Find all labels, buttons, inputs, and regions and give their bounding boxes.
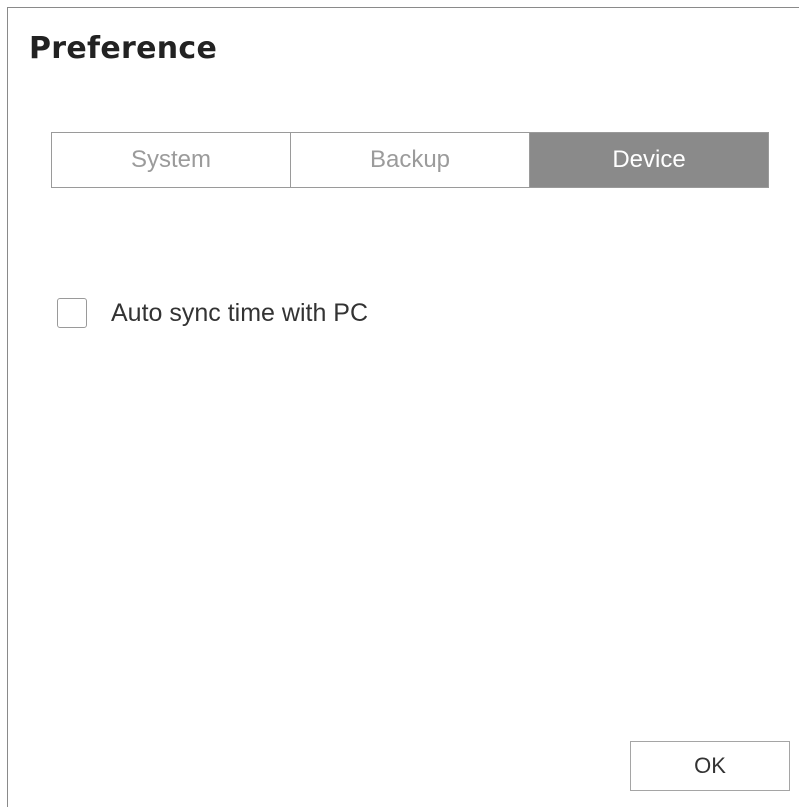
tab-system[interactable]: System: [52, 133, 290, 187]
preference-dialog: Preference System Backup Device Auto syn…: [7, 7, 799, 807]
tab-bar: System Backup Device: [51, 132, 769, 188]
tab-device[interactable]: Device: [529, 133, 768, 187]
auto-sync-checkbox[interactable]: [57, 298, 87, 328]
ok-button[interactable]: OK: [630, 741, 790, 791]
tab-backup[interactable]: Backup: [290, 133, 529, 187]
auto-sync-label[interactable]: Auto sync time with PC: [111, 299, 368, 328]
auto-sync-option[interactable]: Auto sync time with PC: [57, 298, 368, 328]
dialog-title: Preference: [29, 31, 218, 66]
